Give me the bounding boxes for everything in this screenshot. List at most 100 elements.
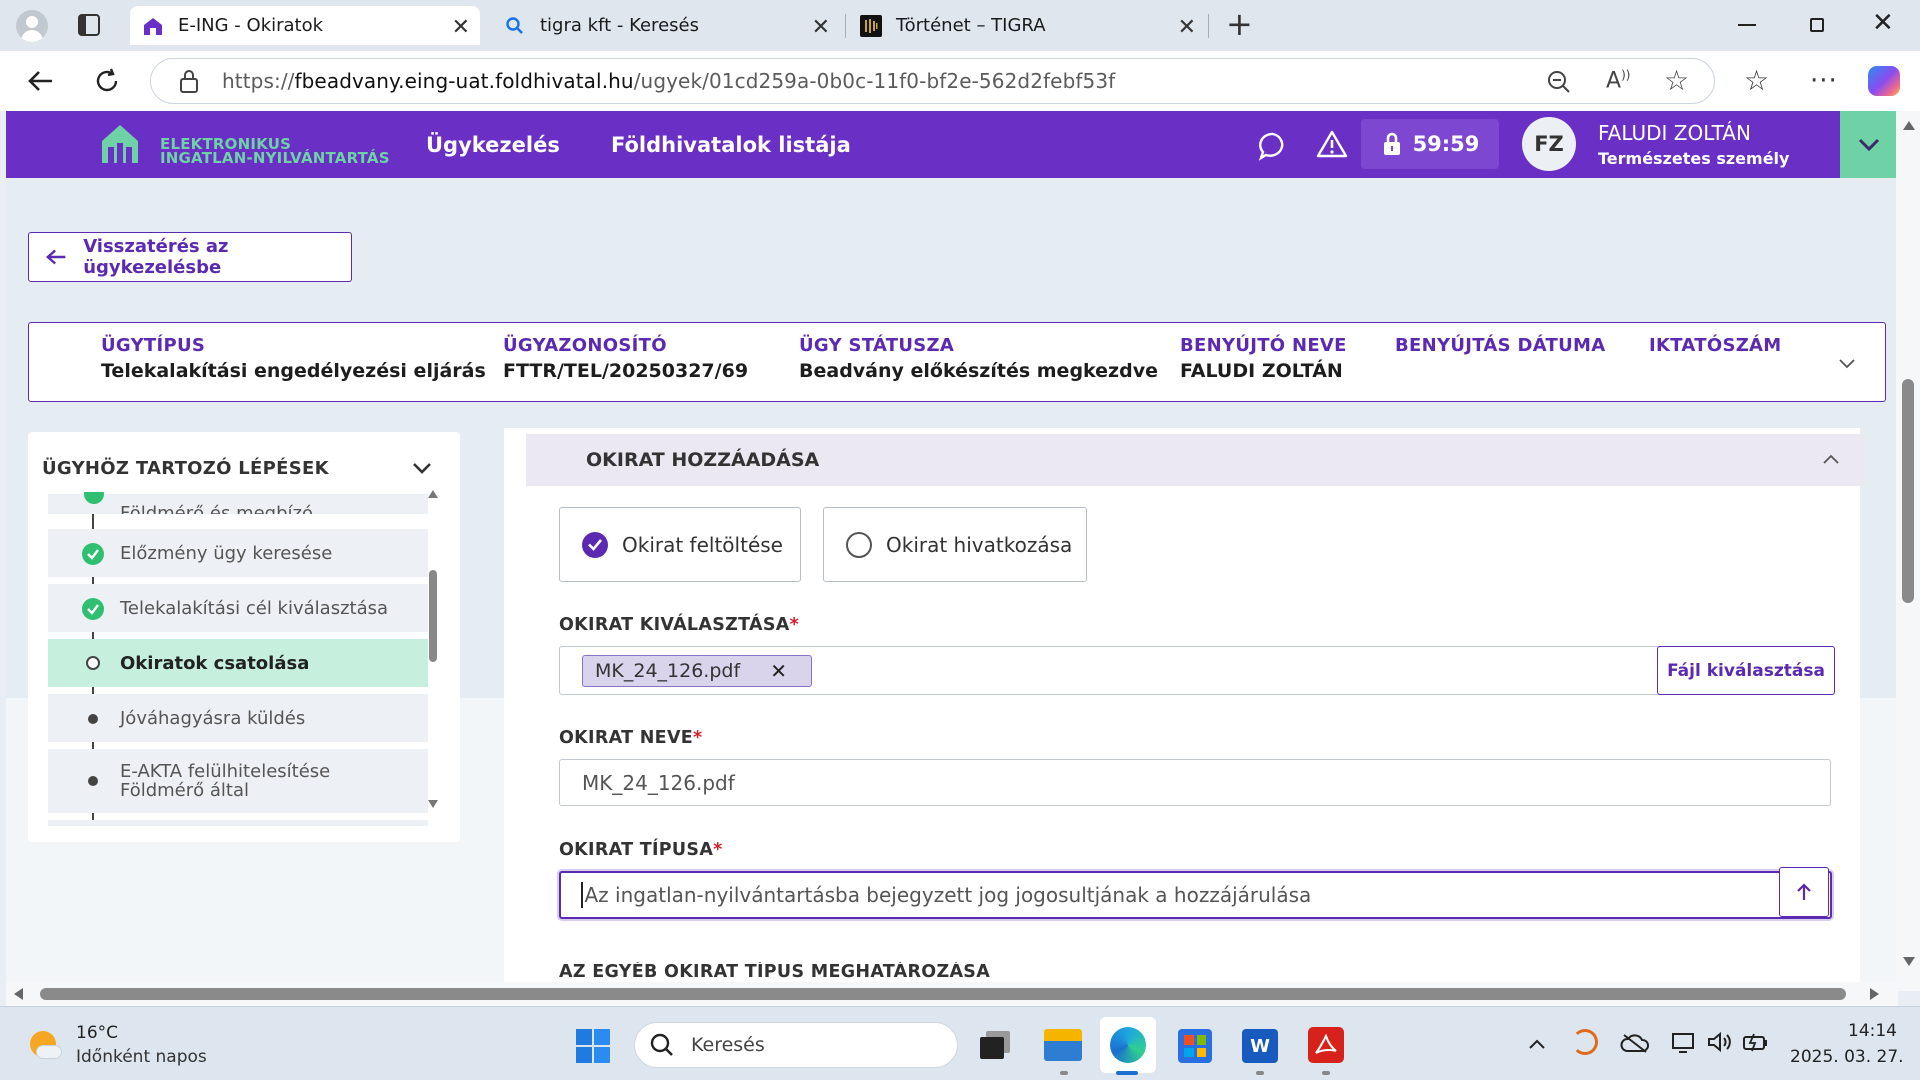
case-status-value: Beadvány előkészítés megkezdve: [799, 360, 1158, 382]
tab-tortenet-tigra[interactable]: Történet – TIGRA ✕: [852, 6, 1206, 45]
restore-icon[interactable]: [1810, 18, 1824, 32]
word-icon[interactable]: W: [1242, 1029, 1278, 1063]
home-icon: [142, 15, 164, 37]
check-circle-icon: [82, 598, 104, 620]
option-okirat-hivatkozasa[interactable]: Okirat hivatkozása: [823, 507, 1087, 582]
dropdown-toggle-button[interactable]: [1779, 867, 1829, 917]
acrobat-icon[interactable]: [1308, 1027, 1344, 1063]
warning-icon[interactable]: [1316, 129, 1348, 163]
edge-icon: [1110, 1027, 1146, 1063]
check-circle-icon: [582, 531, 608, 558]
section-title: OKIRAT HOZZÁADÁSA: [586, 449, 820, 471]
browser-tab-bar: E-ING - Okiratok ✕ tigra kft - Keresés ✕…: [0, 0, 1920, 51]
favorite-star-icon[interactable]: ☆: [1664, 64, 1689, 97]
brand-text[interactable]: ELEKTRONIKUS INGATLAN-NYILVÁNTARTÁS: [160, 137, 390, 166]
clock-time[interactable]: 14:14: [1848, 1021, 1897, 1041]
document-name-input[interactable]: MK_24_126.pdf: [559, 759, 1831, 806]
step-item-okiratok-csatolasa[interactable]: Okiratok csatolása: [48, 639, 428, 687]
document-type-input[interactable]: Az ingatlan-nyilvántartásba bejegyzett j…: [559, 871, 1832, 919]
sync-icon[interactable]: [1572, 1029, 1598, 1055]
form-section-header[interactable]: OKIRAT HOZZÁADÁSA: [526, 434, 1864, 486]
start-windows-icon[interactable]: [576, 1029, 610, 1063]
store-icon[interactable]: [1178, 1029, 1212, 1063]
tigra-logo-icon: [860, 14, 882, 37]
step-item-telekalakitasi-cel[interactable]: Telekalakítási cél kiválasztása: [48, 584, 428, 632]
user-menu-toggle[interactable]: [1840, 111, 1898, 178]
option-okirat-feltoltese[interactable]: Okirat feltöltése: [559, 507, 801, 582]
back-arrow-icon[interactable]: [26, 66, 56, 100]
more-icon[interactable]: ···: [1810, 66, 1838, 96]
weather-icon[interactable]: [28, 1029, 62, 1063]
battery-icon[interactable]: [1742, 1031, 1768, 1057]
other-type-field-clip: AZ EGYÉB OKIRAT TÍPUS MEGHATÁROZÁSA: [559, 962, 1359, 982]
task-view-icon[interactable]: [980, 1031, 1010, 1059]
new-tab-icon[interactable]: +: [1226, 8, 1253, 40]
profile-avatar-icon[interactable]: [16, 10, 48, 42]
lock-icon[interactable]: [178, 68, 200, 98]
pending-dot-icon: [88, 776, 98, 786]
case-id-label: ÜGYAZONOSÍTÓ: [503, 335, 667, 356]
page-vertical-scrollbar[interactable]: [1896, 111, 1920, 991]
close-icon[interactable]: ✕: [812, 15, 830, 40]
refresh-icon[interactable]: [92, 66, 122, 100]
back-button-label: Visszatérés az ügykezelésbe: [83, 236, 229, 278]
step-item-next: [48, 820, 428, 826]
registry-number: IKTATÓSZÁM: [1649, 335, 1782, 360]
tab-title: Történet – TIGRA: [896, 15, 1046, 36]
search-placeholder: Keresés: [691, 1034, 765, 1056]
nav-foldhivatalok-listaja[interactable]: Földhivatalok listája: [611, 133, 851, 157]
weather-temp[interactable]: 16°C: [76, 1023, 118, 1043]
tab-title: tigra kft - Keresés: [540, 15, 699, 36]
file-chip[interactable]: MK_24_126.pdf ✕: [582, 655, 812, 687]
user-name[interactable]: FALUDI ZOLTÁN: [1598, 121, 1751, 145]
step-item-foldmero[interactable]: Földmérő és megbízó: [48, 494, 428, 514]
onedrive-icon[interactable]: [1620, 1033, 1650, 1057]
steps-scrollbar[interactable]: [426, 490, 440, 808]
chat-icon[interactable]: [1258, 131, 1288, 165]
minimize-icon[interactable]: [1738, 24, 1756, 26]
remove-file-icon[interactable]: ✕: [770, 659, 787, 683]
document-type-label: OKIRAT TÍPUSA*: [559, 840, 723, 860]
pending-dot-icon: [88, 714, 98, 724]
url-path: /ugyek/01cd259a-0b0c-11f0-bf2e-562d2febf…: [633, 69, 1116, 93]
volume-icon[interactable]: [1706, 1031, 1732, 1057]
close-icon[interactable]: ✕: [452, 15, 470, 40]
favorites-icon[interactable]: ☆: [1744, 64, 1769, 97]
url-text[interactable]: https://fbeadvany.eing-uat.foldhivatal.h…: [222, 69, 1115, 93]
zoom-icon[interactable]: [1546, 69, 1572, 99]
option-label: Okirat feltöltése: [622, 532, 783, 557]
chevron-down-icon[interactable]: [412, 462, 432, 475]
file-explorer-icon[interactable]: [1044, 1029, 1082, 1061]
clock-date[interactable]: 2025. 03. 27.: [1790, 1047, 1904, 1067]
submission-date-label: BENYÚJTÁS DÁTUMA: [1395, 335, 1606, 356]
submitter-name-label: BENYÚJTÓ NEVE: [1180, 335, 1347, 356]
search-icon: [650, 1033, 673, 1056]
copilot-icon[interactable]: [1868, 66, 1900, 96]
show-hidden-icons[interactable]: [1528, 1035, 1546, 1054]
nav-ugykezeles[interactable]: Ügykezelés: [426, 133, 560, 157]
read-aloud-icon[interactable]: A)): [1606, 68, 1630, 93]
window-close-icon[interactable]: ✕: [1872, 8, 1894, 38]
avatar[interactable]: FZ: [1522, 117, 1576, 171]
eing-logo-icon[interactable]: [100, 121, 140, 169]
tab-separator: [845, 14, 846, 38]
close-icon[interactable]: ✕: [1178, 15, 1196, 40]
chevron-down-icon[interactable]: [1839, 359, 1855, 369]
tab-tigra-search[interactable]: tigra kft - Keresés ✕: [494, 6, 840, 45]
step-item-e-akta[interactable]: E-AKTA felülhitelesítése Földmérő által: [48, 749, 428, 813]
step-item-jovahagyasra-kuldes[interactable]: Jóváhagyásra küldés: [48, 694, 428, 742]
network-icon[interactable]: [1670, 1031, 1696, 1059]
case-type: ÜGYTÍPUS Telekalakítási engedélyezési el…: [101, 335, 486, 382]
chevron-up-icon[interactable]: [1823, 454, 1839, 464]
tab-e-ing-okiratok[interactable]: E-ING - Okiratok ✕: [130, 6, 480, 45]
session-timer[interactable]: 59:59: [1361, 119, 1499, 169]
taskbar-search[interactable]: Keresés: [634, 1022, 958, 1068]
steps-title[interactable]: ÜGYHÖZ TARTOZÓ LÉPÉSEK: [42, 458, 329, 479]
app-header: ELEKTRONIKUS INGATLAN-NYILVÁNTARTÁS Ügyk…: [6, 111, 1840, 178]
back-to-case-management-button[interactable]: Visszatérés az ügykezelésbe: [28, 232, 352, 282]
step-item-elozmeny[interactable]: Előzmény ügy keresése: [48, 529, 428, 577]
case-status: ÜGY STÁTUSZA Beadvány előkészítés megkez…: [799, 335, 1158, 382]
choose-file-button[interactable]: Fájl kiválasztása: [1657, 646, 1835, 695]
page-horizontal-scrollbar[interactable]: [6, 982, 1898, 1006]
tab-actions-icon[interactable]: [78, 14, 100, 36]
